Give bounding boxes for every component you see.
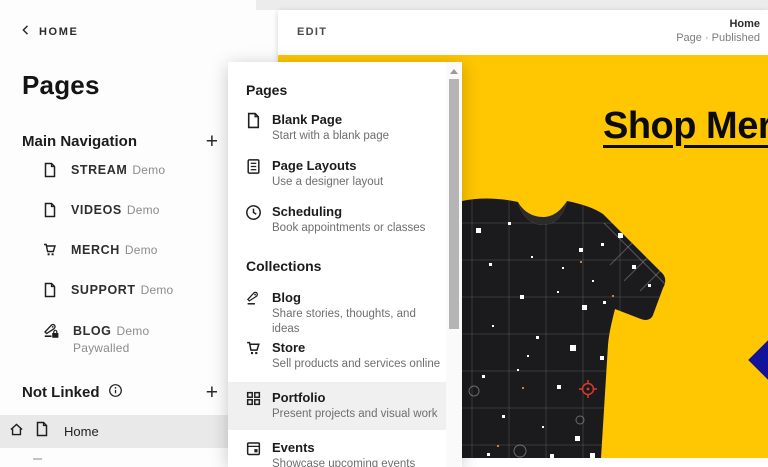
- calendar-icon: [245, 440, 262, 462]
- cart-icon: [42, 242, 58, 263]
- add-not-linked-page-button[interactable]: +: [206, 382, 218, 403]
- menu-item-subtitle: Use a designer layout: [272, 176, 384, 188]
- add-page-panel: Pages Blank Page Start with a blank page …: [228, 62, 462, 467]
- menu-item-scheduling[interactable]: Scheduling Book appointments or classes: [228, 196, 446, 244]
- sidebar-item-merch[interactable]: MERCH Demo: [42, 242, 242, 263]
- menu-item-title: Events: [272, 440, 315, 455]
- item-badge: Demo: [126, 203, 160, 217]
- page-status: Page · Published: [676, 32, 760, 44]
- next-row-partial: [33, 458, 42, 460]
- page-meta: Home Page · Published: [676, 18, 760, 44]
- sidebar-item-support[interactable]: SUPPORT Demo: [42, 282, 242, 303]
- page-name: Home: [729, 18, 760, 30]
- grid-icon: [245, 390, 262, 412]
- menu-item-blank-page[interactable]: Blank Page Start with a blank page: [228, 104, 446, 152]
- breadcrumb-label: HOME: [39, 25, 79, 38]
- app-window: HOME Pages Main Navigation + STREAM Demo …: [0, 0, 768, 467]
- menu-item-title: Scheduling: [272, 204, 343, 219]
- sidebar-item-blog[interactable]: BLOG Demo Paywalled: [42, 322, 242, 356]
- page-title: Pages: [22, 70, 100, 100]
- main-navigation-header: Main Navigation +: [22, 131, 218, 152]
- chevron-left-icon: [20, 24, 32, 39]
- pen-icon: [245, 290, 262, 312]
- menu-item-subtitle: Present projects and visual work: [272, 408, 438, 420]
- blank-page-icon: [245, 112, 262, 134]
- main-navigation-label: Main Navigation: [22, 133, 138, 150]
- item-label: Home: [64, 424, 99, 439]
- preview-header: EDIT Home Page · Published: [278, 10, 768, 55]
- item-badge: Demo: [132, 163, 166, 177]
- item-label: STREAM: [71, 163, 128, 177]
- menu-item-title: Portfolio: [272, 390, 326, 405]
- item-sublabel: Paywalled: [73, 341, 130, 355]
- item-label: MERCH: [71, 243, 120, 257]
- menu-item-page-layouts[interactable]: Page Layouts Use a designer layout: [228, 150, 446, 198]
- edit-button[interactable]: EDIT: [297, 26, 327, 38]
- blog-lock-icon: [42, 322, 60, 345]
- panel-collections-header: Collections: [246, 258, 322, 274]
- panel-scrollbar[interactable]: [446, 62, 462, 467]
- menu-item-title: Blog: [272, 290, 301, 305]
- not-linked-label: Not Linked: [22, 384, 100, 401]
- menu-item-title: Store: [272, 340, 306, 355]
- page-layouts-icon: [245, 158, 262, 180]
- add-main-nav-page-button[interactable]: +: [206, 131, 218, 152]
- menu-item-title: Blank Page: [272, 112, 343, 127]
- window-backdrop: [256, 0, 768, 10]
- menu-item-store[interactable]: Store Sell products and services online: [228, 332, 446, 380]
- home-icon: [9, 422, 24, 442]
- sidebar-item-stream[interactable]: STREAM Demo: [42, 162, 242, 183]
- menu-item-subtitle: Start with a blank page: [272, 130, 389, 142]
- item-badge: Demo: [116, 324, 150, 338]
- tshirt-product-image: [462, 198, 666, 458]
- panel-pages-header: Pages: [246, 82, 288, 98]
- cart-icon: [245, 340, 262, 362]
- main-navigation-list: STREAM Demo VIDEOS Demo MERCH Demo SUPPORT D…: [42, 162, 242, 375]
- scroll-up-arrow-icon[interactable]: [450, 69, 458, 74]
- menu-item-subtitle: Book appointments or classes: [272, 222, 426, 234]
- page-icon: [42, 162, 58, 183]
- sidebar-item-videos[interactable]: VIDEOS Demo: [42, 202, 242, 223]
- menu-item-title: Page Layouts: [272, 158, 357, 173]
- page-icon: [42, 282, 58, 303]
- scrollbar-thumb[interactable]: [449, 79, 459, 329]
- page-icon: [42, 202, 58, 223]
- menu-item-subtitle: Showcase upcoming events: [272, 458, 416, 467]
- add-page-panel-content: Pages Blank Page Start with a blank page …: [228, 62, 446, 467]
- breadcrumb-home[interactable]: HOME: [20, 24, 78, 39]
- item-badge: Demo: [124, 243, 158, 257]
- menu-item-subtitle: Sell products and services online: [272, 358, 441, 370]
- menu-item-portfolio[interactable]: Portfolio Present projects and visual wor…: [228, 382, 446, 430]
- menu-item-events[interactable]: Events Showcase upcoming events: [228, 432, 446, 467]
- item-label: SUPPORT: [71, 283, 136, 297]
- item-label: BLOG: [73, 324, 112, 338]
- page-icon: [34, 421, 50, 442]
- not-linked-header: Not Linked +: [22, 382, 218, 403]
- info-icon[interactable]: [108, 383, 123, 402]
- clock-icon: [245, 204, 262, 226]
- item-badge: Demo: [140, 283, 174, 297]
- item-label: VIDEOS: [71, 203, 122, 217]
